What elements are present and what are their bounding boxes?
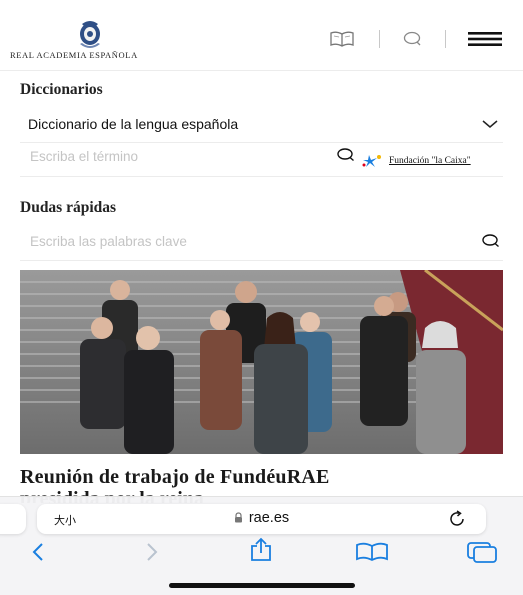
url-text[interactable]: rae.es — [249, 510, 289, 526]
search-icon[interactable] — [402, 30, 422, 48]
site-header: REAL ACADEMIA ESPAÑOLA — [0, 0, 523, 71]
header-divider — [445, 30, 446, 48]
chevron-down-icon — [482, 120, 498, 128]
quick-doubts-heading: Dudas rápidas — [20, 199, 117, 216]
search-icon[interactable] — [481, 233, 501, 249]
forward-icon[interactable] — [144, 541, 160, 563]
previous-tab-address-bar[interactable] — [0, 504, 26, 534]
dictionary-select[interactable]: Diccionario de la lengua española — [20, 108, 503, 143]
keywords-search-input[interactable] — [28, 233, 332, 250]
keywords-search-row — [20, 226, 503, 261]
dictionary-selected-value: Diccionario de la lengua española — [28, 116, 239, 132]
lock-icon — [234, 512, 242, 523]
menu-icon[interactable] — [468, 31, 502, 47]
share-icon[interactable] — [248, 537, 274, 563]
tabs-icon[interactable] — [466, 540, 498, 564]
lacaixa-star-icon — [362, 155, 381, 167]
dictionaries-heading: Diccionarios — [20, 81, 103, 98]
sponsor-link[interactable]: Fundación "la Caixa" — [389, 156, 471, 166]
news-photo[interactable] — [20, 270, 503, 454]
term-search-input[interactable] — [28, 148, 332, 165]
group-photo-image — [20, 270, 503, 454]
term-search-row: Fundación "la Caixa" — [20, 142, 503, 177]
rae-crest-icon[interactable] — [73, 20, 107, 52]
news-headline[interactable]: Reunión de trabajo de FundéuRAE — [20, 466, 330, 489]
address-bar[interactable]: 大小 rae.es — [37, 504, 486, 534]
home-indicator[interactable] — [169, 583, 355, 588]
reload-icon[interactable] — [448, 510, 468, 528]
search-icon[interactable] — [336, 147, 356, 163]
back-icon[interactable] — [30, 541, 46, 563]
site-logo-text[interactable]: REAL ACADEMIA ESPAÑOLA — [10, 50, 138, 60]
bookmarks-icon[interactable] — [355, 542, 389, 562]
header-divider — [379, 30, 380, 48]
book-icon[interactable] — [329, 30, 355, 48]
